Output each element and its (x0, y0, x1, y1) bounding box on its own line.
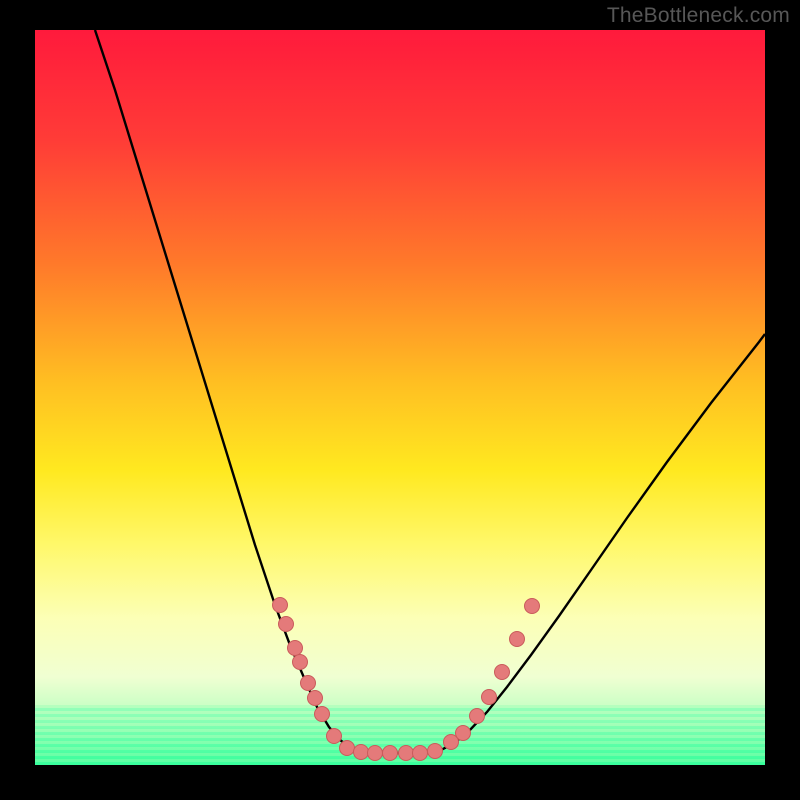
curve-dot (482, 690, 497, 705)
curve-dot (301, 676, 316, 691)
curve-dot (525, 599, 540, 614)
curve-dot (288, 641, 303, 656)
curve-dot (273, 598, 288, 613)
watermark-text: TheBottleneck.com (607, 4, 790, 28)
curve-dot (293, 655, 308, 670)
outer-frame: TheBottleneck.com (0, 0, 800, 800)
curve-dot (510, 632, 525, 647)
curve-dot (327, 729, 342, 744)
curve-dot (279, 617, 294, 632)
curve-dot (456, 726, 471, 741)
curve-dot (413, 746, 428, 761)
curve-dot (308, 691, 323, 706)
curve-dot (383, 746, 398, 761)
curve-svg (35, 30, 765, 765)
plot-area (35, 30, 765, 765)
curve-dot (495, 665, 510, 680)
curve-dot (428, 744, 443, 759)
curve-dot (399, 746, 414, 761)
curve-dot (340, 741, 355, 756)
curve-dot (354, 745, 369, 760)
curve-dots-group (273, 598, 540, 761)
curve-dot (470, 709, 485, 724)
curve-dot (315, 707, 330, 722)
bottleneck-curve (95, 30, 765, 753)
curve-dot (368, 746, 383, 761)
